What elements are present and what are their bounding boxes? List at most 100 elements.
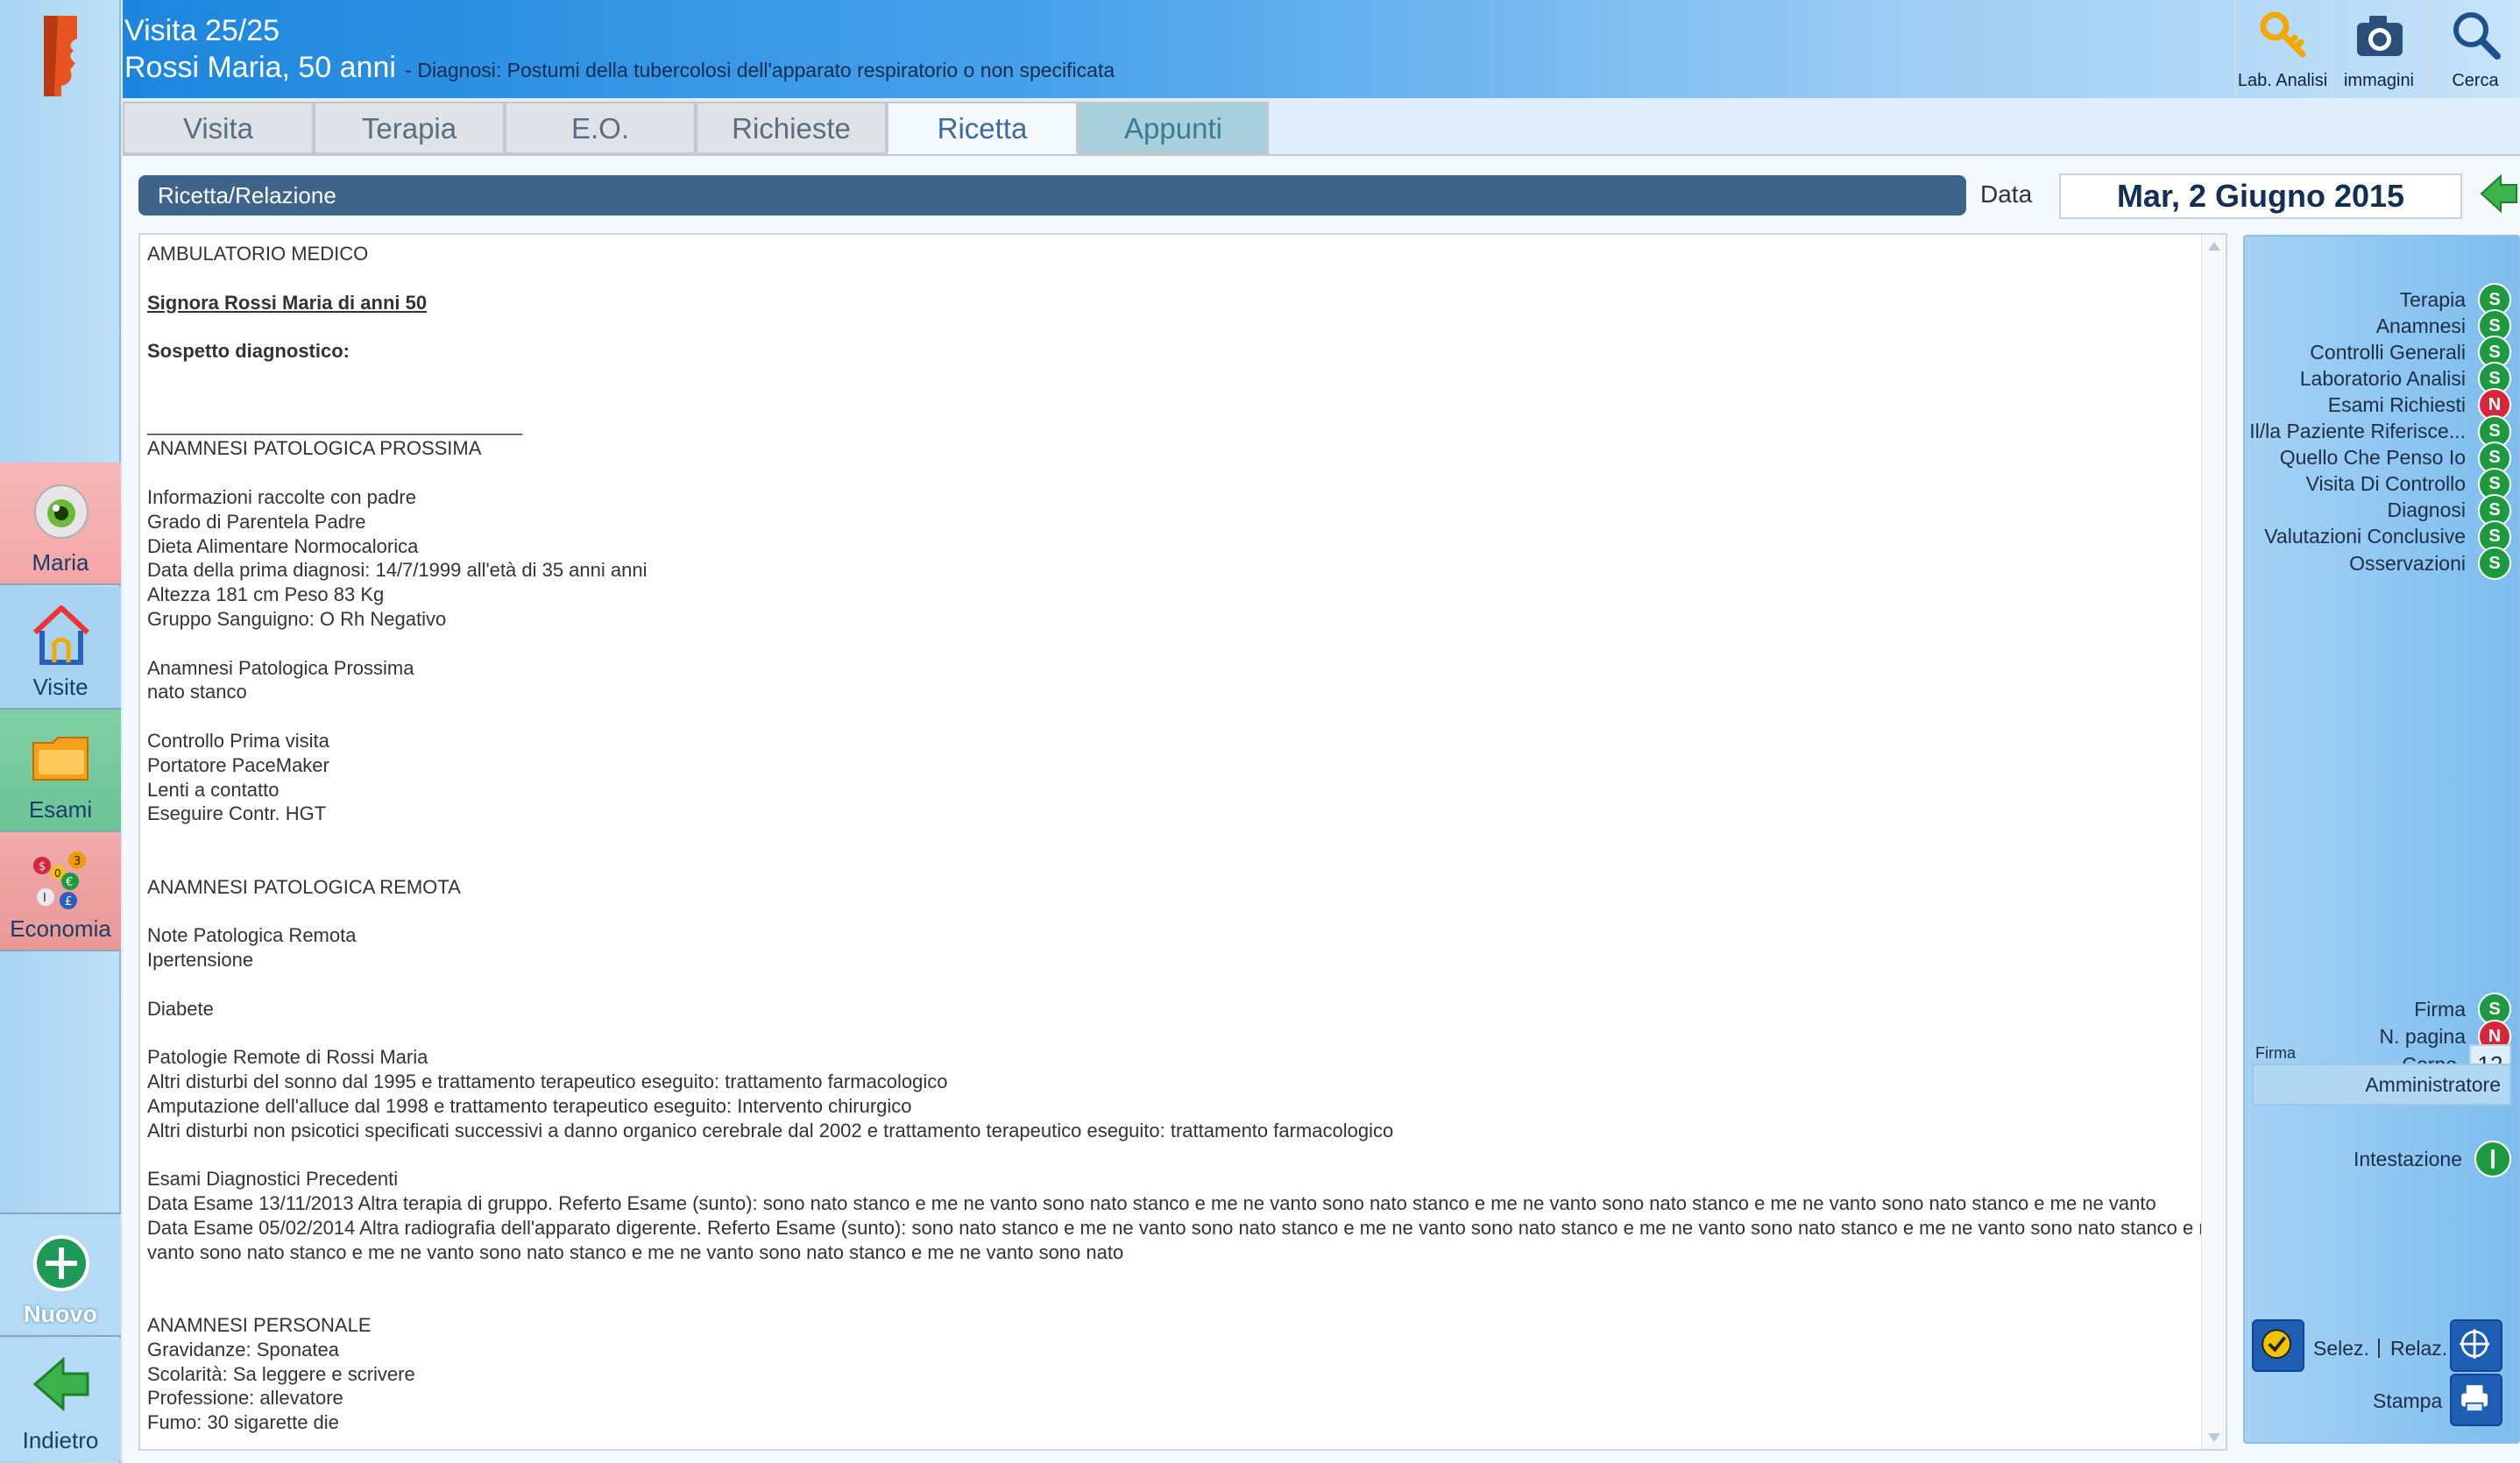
report-line	[147, 1142, 2198, 1167]
report-line: Esami Diagnostici Precedenti	[147, 1168, 399, 1191]
report-line: Note Patologica Remota	[147, 924, 357, 947]
left-sidebar: Maria Visite Esami $ 0 3 € I £ Economia	[0, 0, 121, 1463]
nav-economia[interactable]: $ 0 3 € I £ Economia	[0, 832, 121, 951]
report-line: Gruppo Sanguigno: O Rh Negativo	[147, 607, 447, 630]
tab-appunti[interactable]: Appunti	[1078, 102, 1269, 154]
app-logo-icon	[44, 16, 77, 96]
nav-maria[interactable]: Maria	[0, 463, 121, 585]
report-line	[147, 1264, 2198, 1289]
report-line: Grado di Parentela Padre	[147, 510, 366, 533]
firma-field[interactable]: Amministratore	[2252, 1064, 2511, 1106]
tab-ricetta[interactable]: Ricetta	[887, 102, 1078, 154]
search-icon	[2453, 12, 2501, 60]
key-icon	[2260, 11, 2306, 58]
intestazione-toggle[interactable]: Intestazione	[2354, 1139, 2511, 1179]
nav-visite[interactable]: Visite	[0, 587, 121, 710]
header-bar: Visita 25/25 Rossi Maria, 50 anni - Diag…	[123, 0, 2520, 98]
report-line	[147, 1289, 2198, 1313]
report-line: vanto sono nato stanco e me ne vanto son…	[147, 1240, 1124, 1263]
cerca-label: Cerca	[2452, 71, 2499, 90]
tab-richieste[interactable]: Richieste	[696, 102, 887, 154]
report-line	[147, 851, 2198, 875]
nav-maria-label: Maria	[32, 549, 89, 576]
report-text-area[interactable]: AMBULATORIO MEDICO Signora Rossi Maria di…	[138, 233, 2227, 1451]
folder-icon	[32, 737, 88, 781]
check-circle-icon	[2262, 1329, 2291, 1359]
cerca-button[interactable]: Cerca	[2427, 0, 2520, 98]
tab-visita[interactable]: Visita	[123, 102, 314, 154]
stampa-label: Stampa	[2373, 1389, 2443, 1412]
report-line: Ipertensione	[147, 949, 254, 972]
lab-analisi-label: Lab. Analisi	[2237, 71, 2328, 90]
toggle-on-icon[interactable]	[2474, 1141, 2511, 1177]
camera-icon	[2357, 16, 2403, 56]
report-line: ANAMNESI PERSONALE	[147, 1314, 372, 1337]
report-line	[147, 388, 2198, 413]
section-title-bar: Ricetta/Relazione	[138, 175, 1966, 216]
nav-esami[interactable]: Esami	[0, 710, 121, 832]
selez-label: Selez.	[2313, 1337, 2369, 1360]
nav-indietro-label: Indietro	[22, 1427, 99, 1453]
stampa-button[interactable]	[2450, 1374, 2502, 1426]
section-status-badge[interactable]: S	[2478, 547, 2511, 580]
report-line: Dieta Alimentare Normocalorica	[147, 534, 419, 557]
date-label: Data	[1980, 180, 2033, 208]
report-line: Patologie Remote di Rossi Maria	[147, 1046, 428, 1069]
date-back-arrow-icon[interactable]	[2480, 173, 2518, 214]
report-line: Portatore PaceMaker	[147, 753, 329, 776]
relaz-button[interactable]	[2450, 1319, 2502, 1372]
report-scrollbar[interactable]	[2201, 235, 2226, 1449]
firma-field-label: Firma	[2255, 1044, 2296, 1062]
report-line	[147, 266, 2198, 291]
nav-visite-label: Visite	[32, 674, 88, 700]
date-field[interactable]: Mar, 2 Giugno 2015	[2059, 173, 2462, 219]
svg-text:I: I	[43, 892, 46, 905]
report-line: Altri disturbi del sonno dal 1995 e trat…	[147, 1071, 948, 1093]
report-line: Data Esame 05/02/2014 Altra radiografia …	[147, 1216, 2227, 1239]
patient-name: Rossi Maria, 50 anni	[124, 51, 396, 84]
back-arrow-icon	[32, 1356, 89, 1412]
report-line: Informazioni raccolte con padre	[147, 485, 416, 508]
report-line	[147, 315, 2198, 339]
report-line: Diabete	[147, 997, 214, 1020]
intestazione-label: Intestazione	[2353, 1147, 2462, 1170]
report-line: AMBULATORIO MEDICO	[147, 243, 369, 265]
separator: |	[2376, 1335, 2382, 1358]
plus-circle-icon	[33, 1235, 89, 1291]
report-line: Controllo Prima visita	[147, 729, 329, 752]
currency-icon: $ 0 3 € I £	[33, 852, 86, 909]
nav-indietro-button[interactable]: Indietro	[0, 1339, 121, 1461]
house-icon	[32, 605, 90, 665]
nav-esami-label: Esami	[28, 796, 93, 823]
nav-nuovo-label: Nuovo	[24, 1301, 97, 1327]
immagini-button[interactable]: immagini	[2331, 0, 2425, 98]
report-line: Data della prima diagnosi: 14/7/1999 all…	[147, 559, 648, 582]
report-line	[147, 826, 2198, 851]
selez-button[interactable]	[2252, 1319, 2304, 1372]
report-line: ANAMNESI PATOLOGICA PROSSIMA	[147, 437, 482, 460]
firma-toggle-label: Firma	[2414, 997, 2466, 1021]
report-line	[147, 900, 2198, 924]
svg-text:£: £	[65, 895, 72, 908]
scroll-down-icon[interactable]	[2208, 1433, 2220, 1442]
report-line: Lenti a contatto	[147, 778, 280, 801]
report-line: Altri disturbi non psicotici specificati…	[147, 1119, 1394, 1141]
report-line: Gravidanze: Sponatea	[147, 1338, 339, 1361]
tab-eo[interactable]: E.O.	[505, 102, 696, 154]
relaz-label: Relaz.	[2390, 1337, 2448, 1360]
report-line: Amputazione dell'alluce dal 1998 e tratt…	[147, 1094, 912, 1117]
svg-text:$: $	[39, 860, 46, 873]
report-line: Anamnesi Patologica Prossima	[147, 656, 414, 679]
tab-terapia[interactable]: Terapia	[314, 102, 505, 154]
report-line: Altezza 181 cm Peso 83 Kg	[147, 583, 385, 606]
nav-nuovo-button[interactable]: Nuovo	[0, 1212, 121, 1337]
svg-text:3: 3	[74, 855, 81, 868]
lab-analisi-button[interactable]: Lab. Analisi	[2234, 0, 2329, 98]
report-line: Eseguire Contr. HGT	[147, 802, 327, 825]
section-item[interactable]: Osservazioni S	[2349, 546, 2511, 581]
crosshair-icon	[2460, 1329, 2489, 1359]
report-line: Professione: allevatore	[147, 1387, 343, 1410]
report-line: Sospetto diagnostico:	[147, 340, 350, 363]
scroll-up-icon[interactable]	[2208, 242, 2220, 251]
visit-title: Visita 25/25	[124, 14, 280, 47]
